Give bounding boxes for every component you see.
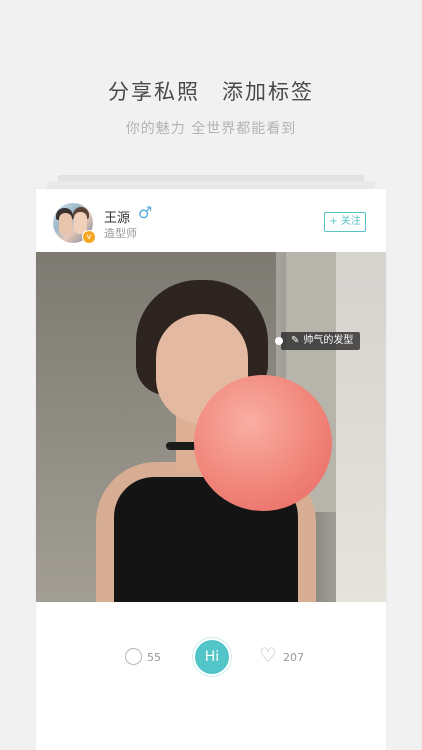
hi-button[interactable]: Hi bbox=[195, 640, 229, 674]
heart-icon[interactable]: ♡ bbox=[259, 643, 277, 667]
comment-count: 55 bbox=[147, 651, 161, 664]
headline-add-tags: 添加标签 bbox=[222, 80, 314, 104]
male-gender-icon: ♂ bbox=[138, 203, 153, 222]
photo-balloon bbox=[194, 375, 332, 511]
headline-share-photos: 分享私照 bbox=[108, 80, 200, 104]
photo-background bbox=[336, 252, 386, 602]
hi-button-ring[interactable]: Hi bbox=[192, 637, 232, 677]
avatar-detail bbox=[59, 213, 72, 235]
post-photo[interactable]: ✎ 帅气的发型 bbox=[36, 252, 386, 602]
post-card: v 王源 ♂ 造型师 + 关注 ✎ 帅气的发型 ◯ 55 Hi ♡ 207 bbox=[36, 189, 386, 750]
tag-anchor-dot bbox=[275, 337, 283, 345]
headline: 分享私照 添加标签 bbox=[0, 76, 422, 106]
pencil-icon: ✎ bbox=[291, 335, 300, 346]
follow-button[interactable]: + 关注 bbox=[324, 212, 366, 232]
action-bar: ◯ 55 Hi ♡ 207 bbox=[36, 602, 386, 750]
like-count: 207 bbox=[283, 651, 304, 664]
verified-badge-icon: v bbox=[82, 230, 96, 244]
user-role: 造型师 bbox=[104, 227, 137, 240]
username[interactable]: 王源 bbox=[104, 207, 130, 226]
comment-icon[interactable]: ◯ bbox=[124, 646, 143, 666]
subline: 你的魅力 全世界都能看到 bbox=[125, 121, 297, 137]
photo-tag[interactable]: ✎ 帅气的发型 bbox=[275, 332, 361, 350]
photo-tag-label: 帅气的发型 bbox=[303, 335, 354, 346]
